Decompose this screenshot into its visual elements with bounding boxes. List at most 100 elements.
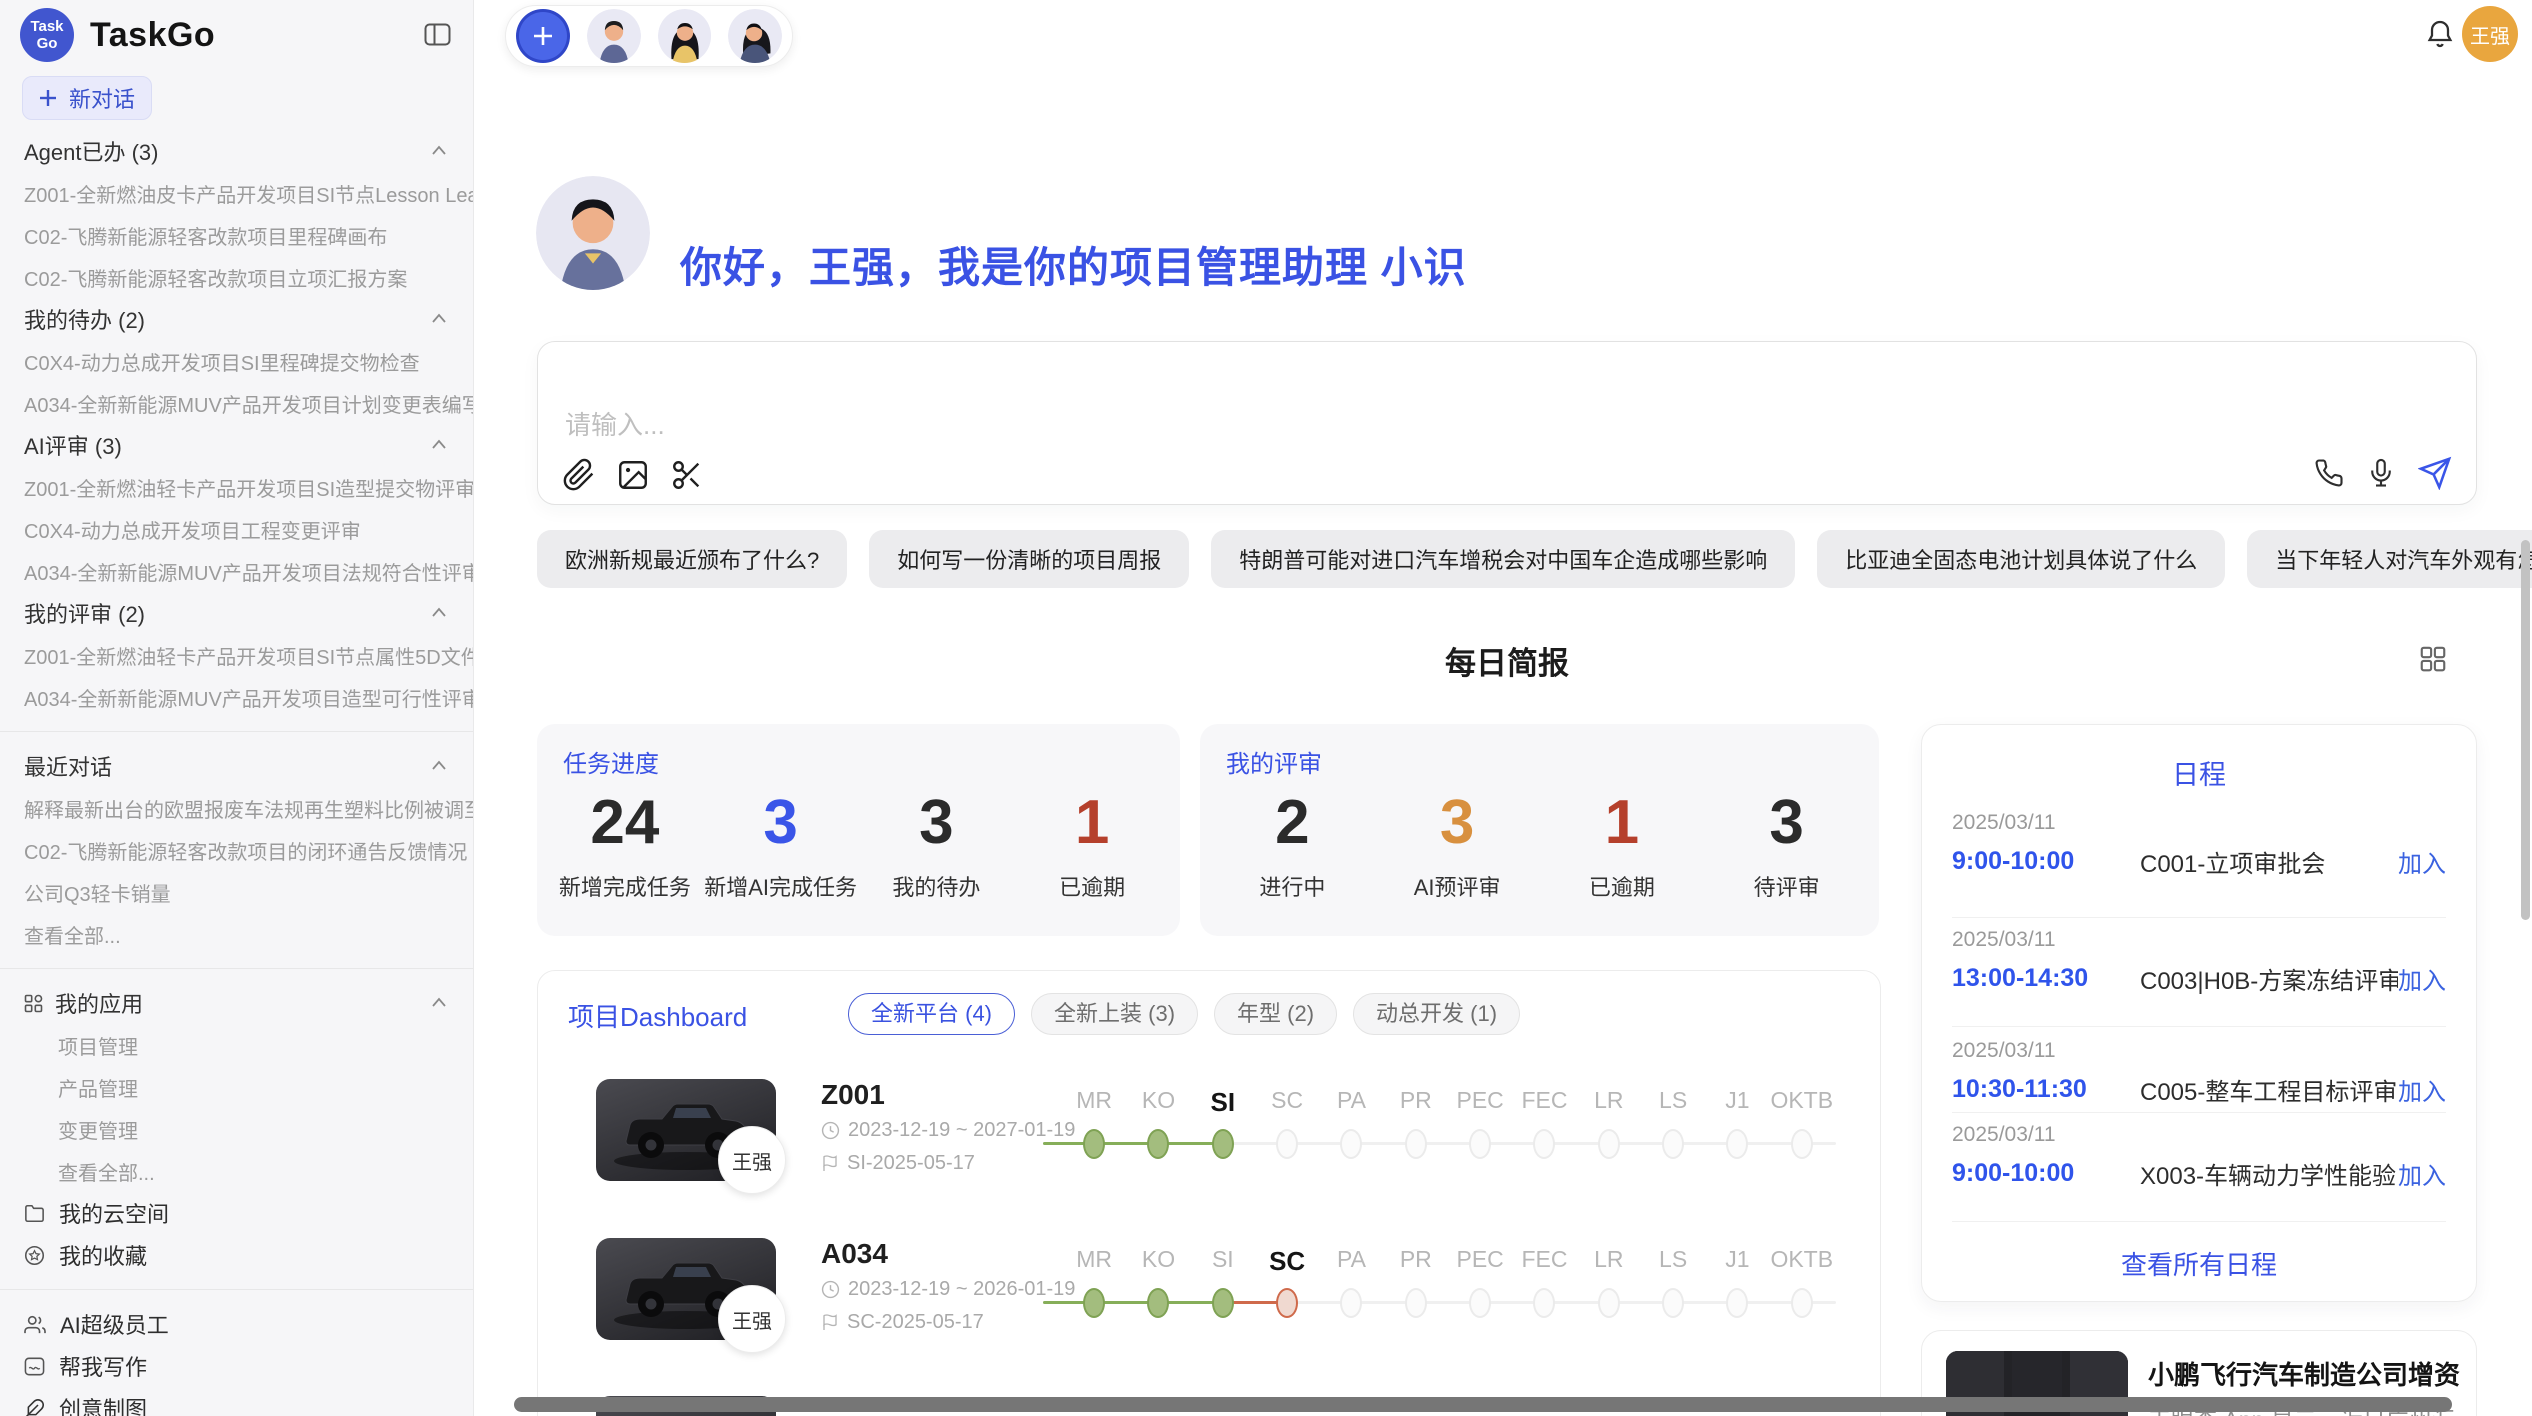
sidebar-item[interactable]: Z001-全新燃油轻卡产品开发项目SI造型提交物评审	[0, 466, 473, 508]
tab-new-platform[interactable]: 全新平台 (4)	[848, 993, 1015, 1035]
stat-overdue: 1已逾期	[1014, 786, 1170, 902]
section-header-recent[interactable]: 最近对话	[0, 745, 473, 787]
send-icon[interactable]	[2418, 456, 2452, 490]
agent-avatar-1[interactable]	[587, 9, 641, 63]
sidebar-item-label: 创意制图	[59, 1392, 147, 1416]
sidebar: Task Go TaskGo 新对话 Agent已办 (3) Z001-全新燃油…	[0, 0, 474, 1416]
stat-in-progress: 2进行中	[1210, 786, 1375, 902]
schedule-title: 日程	[1922, 753, 2476, 792]
microphone-icon[interactable]	[2366, 458, 2396, 488]
add-agent-button[interactable]	[516, 9, 570, 63]
tab-powertrain[interactable]: 动总开发 (1)	[1353, 993, 1520, 1035]
agent-avatar-3[interactable]	[728, 9, 782, 63]
event-time: 9:00-10:00	[1952, 847, 2140, 876]
suggestion-chip[interactable]: 欧洲新规最近颁布了什么?	[537, 530, 847, 588]
schedule-event: 2025/03/11 13:00-14:30 C003|H0B-方案冻结评审 加…	[1952, 928, 2446, 996]
sidebar-item[interactable]: A034-全新新能源MUV产品开发项目造型可行性评审	[0, 676, 473, 718]
vertical-scrollbar[interactable]	[2521, 540, 2530, 920]
divider	[1952, 917, 2446, 918]
chevron-up-icon	[429, 309, 449, 329]
stat-my-todo: 3我的待办	[859, 786, 1015, 902]
project-date-range: 2023-12-19 ~ 2026-01-19	[848, 1278, 1075, 1301]
sidebar-item[interactable]: Z001-全新燃油轻卡产品开发项目SI节点属性5D文件评审	[0, 634, 473, 676]
phone-icon[interactable]	[2314, 458, 2344, 488]
sidebar-item-product-mgmt[interactable]: 产品管理	[0, 1066, 473, 1108]
event-date: 2025/03/11	[1952, 811, 2446, 835]
project-node-date: SC-2025-05-17	[821, 1311, 984, 1334]
apps-grid-icon	[24, 994, 43, 1013]
event-name: C005-整车工程目标评审	[2140, 1072, 2398, 1107]
suggestion-chip[interactable]: 特朗普可能对进口汽车增税会对中国车企造成哪些影响	[1211, 530, 1795, 588]
chevron-up-icon	[429, 993, 449, 1013]
sidebar-item-favorites[interactable]: 我的收藏	[0, 1234, 473, 1276]
join-button[interactable]: 加入	[2398, 844, 2446, 879]
briefing-layout-icon[interactable]	[2418, 644, 2448, 674]
suggestion-chip[interactable]: 当下年轻人对汽车外观有怎样的喜好趋势	[2247, 530, 2532, 588]
attachment-icon[interactable]	[562, 458, 596, 492]
section-header-my-apps[interactable]: 我的应用	[0, 982, 473, 1024]
join-button[interactable]: 加入	[2398, 1072, 2446, 1107]
sidebar-item[interactable]: C0X4-动力总成开发项目工程变更评审	[0, 508, 473, 550]
section-header-ai-review[interactable]: AI评审 (3)	[0, 424, 473, 466]
new-chat-button[interactable]: 新对话	[22, 76, 152, 120]
sidebar-item-label: AI超级员工	[60, 1308, 169, 1340]
milestone-nodes	[1062, 1127, 1834, 1161]
scissors-icon[interactable]	[670, 458, 704, 492]
sidebar-item-project-mgmt[interactable]: 项目管理	[0, 1024, 473, 1066]
composer[interactable]: 请输入...	[537, 341, 2477, 505]
join-button[interactable]: 加入	[2398, 1156, 2446, 1191]
agent-avatar-2[interactable]	[658, 9, 712, 63]
task-progress-card: 任务进度 24新增完成任务 3新增AI完成任务 3我的待办 1已逾期	[537, 724, 1180, 936]
sidebar-item[interactable]: C02-飞腾新能源轻客改款项目立项汇报方案	[0, 256, 473, 298]
sidebar-item-ai-super-staff[interactable]: AI超级员工	[0, 1303, 473, 1345]
project-owner-badge: 王强	[718, 1285, 786, 1353]
section-header-my-review[interactable]: 我的评审 (2)	[0, 592, 473, 634]
my-review-card: 我的评审 2进行中 3AI预评审 1已逾期 3待评审	[1200, 724, 1879, 936]
project-owner-badge: 王强	[718, 1126, 786, 1194]
sidebar-item[interactable]: C02-飞腾新能源轻客改款项目里程碑画布	[0, 214, 473, 256]
tab-year-model[interactable]: 年型 (2)	[1214, 993, 1337, 1035]
dashboard-title: 项目Dashboard	[568, 997, 747, 1034]
sidebar-item[interactable]: Z001-全新燃油皮卡产品开发项目SI节点Lesson Learn报告	[0, 172, 473, 214]
project-node-label: SC-2025-05-17	[847, 1311, 984, 1334]
milestone-labels: MRKOSISCPAPRPECFECLRLSJ1OKTB	[1062, 1087, 1834, 1118]
tab-new-body[interactable]: 全新上装 (3)	[1031, 993, 1198, 1035]
chevron-up-icon	[429, 141, 449, 161]
notification-bell-icon[interactable]	[2424, 18, 2456, 50]
divider	[0, 968, 473, 969]
sidebar-item[interactable]: A034-全新新能源MUV产品开发项目法规符合性评审	[0, 550, 473, 592]
users-icon	[24, 1314, 46, 1334]
page: Task Go TaskGo 新对话 Agent已办 (3) Z001-全新燃油…	[0, 0, 2532, 1416]
user-avatar[interactable]: 王强	[2462, 6, 2518, 62]
sidebar-item-change-mgmt[interactable]: 变更管理	[0, 1108, 473, 1150]
image-icon[interactable]	[616, 458, 650, 492]
sidebar-item-view-all-apps[interactable]: 查看全部...	[0, 1150, 473, 1192]
feather-icon	[24, 1398, 45, 1416]
composer-placeholder: 请输入...	[565, 405, 665, 442]
sidebar-item-view-all[interactable]: 查看全部...	[0, 913, 473, 955]
suggestion-chip[interactable]: 如何写一份清晰的项目周报	[869, 530, 1189, 588]
composer-right-tools	[2314, 456, 2452, 490]
sidebar-item-creative-drawing[interactable]: 创意制图	[0, 1387, 473, 1416]
suggestion-chip[interactable]: 比亚迪全固态电池计划具体说了什么	[1817, 530, 2225, 588]
sidebar-item[interactable]: A034-全新新能源MUV产品开发项目计划变更表编写	[0, 382, 473, 424]
sidebar-item[interactable]: C02-飞腾新能源轻客改款项目的闭环通告反馈情况	[0, 829, 473, 871]
star-circle-icon	[24, 1245, 45, 1266]
divider	[0, 731, 473, 732]
sidebar-item-help-me-write[interactable]: 帮我写作	[0, 1345, 473, 1387]
section-header-agent-done[interactable]: Agent已办 (3)	[0, 130, 473, 172]
sidebar-toggle-icon[interactable]	[424, 23, 451, 46]
sidebar-item-cloud-space[interactable]: 我的云空间	[0, 1192, 473, 1234]
sidebar-item[interactable]: 公司Q3轻卡销量	[0, 871, 473, 913]
stat-new-completed: 24新增完成任务	[547, 786, 703, 902]
view-all-schedule-link[interactable]: 查看所有日程	[1922, 1245, 2476, 1282]
horizontal-scrollbar[interactable]	[514, 1397, 2452, 1412]
section-header-my-todo[interactable]: 我的待办 (2)	[0, 298, 473, 340]
sidebar-item[interactable]: 解释最新出台的欧盟报废车法规再生塑料比例被调至15%...	[0, 787, 473, 829]
schedule-event: 2025/03/11 9:00-10:00 X003-车辆动力学性能验... 加…	[1952, 1123, 2446, 1191]
project-dashboard-card: 项目Dashboard 全新平台 (4) 全新上装 (3) 年型 (2) 动总开…	[537, 970, 1881, 1416]
join-button[interactable]: 加入	[2398, 961, 2446, 996]
app-logo: Task Go	[20, 8, 74, 62]
sidebar-item[interactable]: C0X4-动力总成开发项目SI里程碑提交物检查	[0, 340, 473, 382]
greeting-text: 你好，王强，我是你的项目管理助理 小识	[680, 234, 1467, 295]
